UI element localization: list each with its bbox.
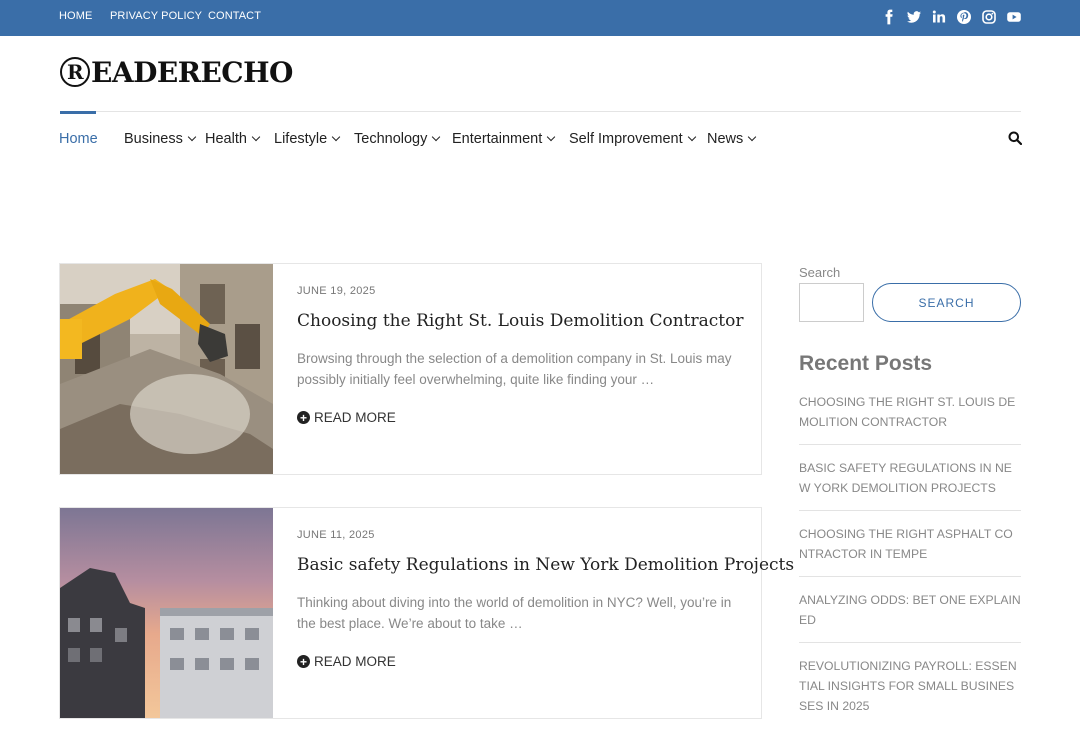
recent-post-link[interactable]: CHOOSING THE RIGHT ASPHALT CONTRACTOR IN… (799, 522, 1021, 577)
top-link-home[interactable]: HOME (59, 10, 92, 22)
recent-post-link[interactable]: ANALYZING ODDS: BET ONE EXPLAINED (799, 588, 1021, 643)
nav-item-health[interactable]: Health (205, 131, 261, 147)
nav-label: Technology (354, 131, 428, 147)
twitter-icon[interactable] (906, 9, 922, 25)
nav-label: Lifestyle (274, 131, 328, 147)
search-label: Search (799, 265, 841, 280)
post-thumbnail-image[interactable] (60, 264, 273, 474)
nav-item-technology[interactable]: Technology (354, 131, 441, 147)
nav-item-news[interactable]: News (707, 131, 757, 147)
read-more-link[interactable]: + READ MORE (297, 410, 396, 425)
logo-text: EADERECHO (91, 55, 293, 89)
plus-circle-icon: + (297, 655, 310, 668)
nav-item-business[interactable]: Business (124, 131, 197, 147)
plus-circle-icon: + (297, 411, 310, 424)
nav-label: Health (205, 131, 247, 147)
chevron-down-icon (748, 132, 757, 142)
post-thumbnail-image[interactable] (60, 508, 273, 718)
read-more-label: READ MORE (314, 410, 396, 425)
chevron-down-icon (331, 132, 341, 142)
nav-divider (60, 111, 1021, 112)
post-excerpt: Browsing through the selection of a demo… (297, 351, 732, 387)
nav-label: Business (124, 131, 183, 147)
nav-active-indicator (60, 111, 96, 114)
search-icon[interactable] (1008, 131, 1022, 145)
recent-post-link[interactable]: REVOLUTIONIZING PAYROLL: ESSENTIAL INSIG… (799, 654, 1021, 728)
nav-label: Home (59, 131, 98, 147)
post-date: JUNE 11, 2025 (297, 529, 375, 541)
nav-item-entertainment[interactable]: Entertainment (452, 131, 556, 147)
nav-label: Entertainment (452, 131, 543, 147)
top-link-privacy-policy[interactable]: PRIVACY POLICY (110, 10, 202, 22)
logo-mark: R (60, 57, 90, 87)
top-bar: HOME PRIVACY POLICY CONTACT (0, 0, 1080, 36)
post-title[interactable]: Choosing the Right St. Louis Demolition … (297, 311, 743, 331)
chevron-down-icon (251, 132, 261, 142)
post-card: JUNE 19, 2025 Choosing the Right St. Lou… (59, 263, 762, 475)
post-title[interactable]: Basic safety Regulations in New York Dem… (297, 555, 794, 575)
chevron-down-icon (187, 132, 197, 142)
top-link-contact[interactable]: CONTACT (208, 10, 261, 22)
linkedin-icon[interactable] (931, 9, 947, 25)
recent-post-link[interactable]: CHOOSING THE RIGHT ST. LOUIS DEMOLITION … (799, 390, 1021, 445)
chevron-down-icon (547, 132, 556, 142)
recent-posts-heading: Recent Posts (799, 352, 933, 375)
search-button[interactable]: SEARCH (872, 283, 1021, 322)
instagram-icon[interactable] (981, 9, 997, 25)
search-input[interactable] (799, 283, 864, 322)
nav-label: Self Improvement (569, 131, 683, 147)
pinterest-icon[interactable] (956, 9, 972, 25)
nav-item-lifestyle[interactable]: Lifestyle (274, 131, 341, 147)
site-logo[interactable]: R EADERECHO (60, 55, 293, 89)
recent-post-link[interactable]: BASIC SAFETY REGULATIONS IN NEW YORK DEM… (799, 456, 1021, 511)
nav-item-home[interactable]: Home (59, 131, 98, 147)
chevron-down-icon (687, 132, 696, 142)
nav-item-self-improvement[interactable]: Self Improvement (569, 131, 696, 147)
post-excerpt: Thinking about diving into the world of … (297, 595, 732, 631)
read-more-link[interactable]: + READ MORE (297, 654, 396, 669)
read-more-label: READ MORE (314, 654, 396, 669)
facebook-icon[interactable] (881, 9, 897, 25)
nav-label: News (707, 131, 744, 147)
social-links (881, 9, 1022, 25)
youtube-icon[interactable] (1006, 9, 1022, 25)
post-date: JUNE 19, 2025 (297, 285, 376, 297)
chevron-down-icon (432, 132, 441, 142)
post-card: JUNE 11, 2025 Basic safety Regulations i… (59, 507, 794, 719)
recent-posts-list: CHOOSING THE RIGHT ST. LOUIS DEMOLITION … (799, 390, 1021, 739)
